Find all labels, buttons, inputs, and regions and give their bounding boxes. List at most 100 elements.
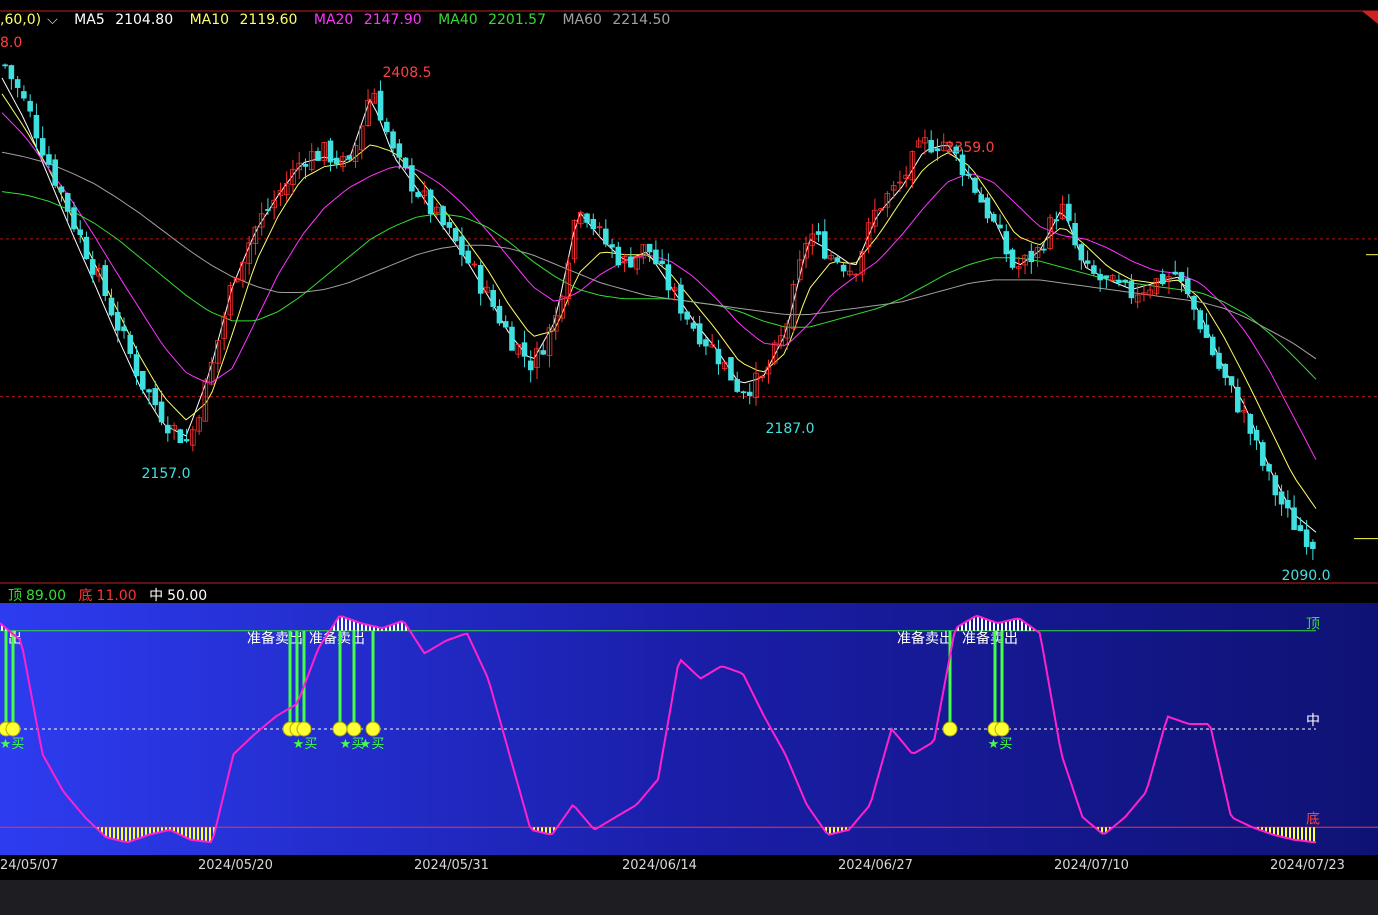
candle-body bbox=[496, 305, 503, 324]
candle-body bbox=[1303, 529, 1310, 548]
candle-body bbox=[1297, 525, 1304, 531]
candle-body bbox=[140, 370, 146, 390]
smiley-icon bbox=[942, 721, 958, 737]
candle-body bbox=[978, 194, 985, 203]
candle-body bbox=[1072, 223, 1078, 246]
candle-body bbox=[1291, 507, 1297, 530]
bottom-value: 11.00 bbox=[96, 588, 137, 604]
candle-body bbox=[1066, 203, 1072, 221]
candle-body bbox=[452, 228, 459, 242]
candle-body bbox=[114, 312, 121, 331]
candle-body bbox=[1178, 272, 1185, 282]
candle-body bbox=[628, 256, 634, 268]
candle-body bbox=[8, 65, 15, 80]
candle-body bbox=[1091, 265, 1097, 274]
candle-body bbox=[997, 224, 1003, 229]
legend-param[interactable]: ,60,0) ⌵ bbox=[0, 12, 64, 28]
legend-ma10: MA10 2119.60 bbox=[189, 12, 298, 28]
candle-body bbox=[659, 260, 665, 265]
candle-body bbox=[83, 236, 90, 260]
candle-body bbox=[459, 236, 465, 255]
candle-body bbox=[409, 165, 415, 192]
ma-legend: ,60,0) ⌵ MA5 2104.80 MA10 2119.60 MA20 21… bbox=[0, 12, 682, 32]
legend-ma60: MA60 2214.50 bbox=[562, 12, 671, 28]
x-date-label: 24/05/07 bbox=[0, 858, 59, 873]
candle-body bbox=[402, 157, 409, 169]
x-axis-dates: 24/05/07 2024/05/20 2024/05/31 2024/06/1… bbox=[0, 858, 1378, 878]
candle-body bbox=[684, 311, 690, 320]
candle-body bbox=[71, 207, 77, 230]
candle-body bbox=[822, 231, 828, 259]
indicator-legend: 顶 89.00 底 11.00 中 50.00 bbox=[8, 585, 211, 605]
candle-body bbox=[64, 193, 71, 212]
candle-body bbox=[1128, 280, 1135, 299]
candle-body bbox=[509, 326, 515, 351]
buy-signal-label: ★买 bbox=[293, 737, 318, 752]
candle-body bbox=[965, 174, 972, 177]
candle-body bbox=[1235, 386, 1241, 413]
candle-body bbox=[302, 164, 309, 167]
chevron-down-icon[interactable]: ⌵ bbox=[47, 12, 58, 28]
candle-body bbox=[1103, 275, 1110, 279]
candle-body bbox=[740, 391, 747, 394]
candle-body bbox=[1009, 249, 1016, 268]
candle-body bbox=[77, 229, 83, 236]
sell-signal-label: 准备卖出 bbox=[247, 630, 303, 647]
mid-value: 50.00 bbox=[167, 588, 208, 604]
candle-body bbox=[1266, 464, 1272, 472]
candle-body bbox=[734, 379, 740, 392]
mid-right-label: 中 bbox=[1306, 713, 1320, 729]
candle-body bbox=[1097, 273, 1103, 281]
candle-body bbox=[1028, 250, 1035, 263]
smiley-icon bbox=[5, 721, 21, 737]
candle-body bbox=[158, 401, 165, 423]
candle-body bbox=[603, 228, 609, 245]
candle-body bbox=[609, 244, 615, 248]
candle-body bbox=[972, 177, 978, 193]
candle-body bbox=[1247, 414, 1254, 434]
candle-body bbox=[1253, 429, 1260, 441]
candle-body bbox=[440, 206, 446, 226]
bottom-right-label: 底 bbox=[1306, 811, 1320, 827]
candle-body bbox=[840, 264, 847, 272]
candle-body bbox=[165, 424, 171, 434]
candle-body bbox=[1260, 442, 1266, 466]
candle-body bbox=[27, 100, 33, 112]
candle-body bbox=[1041, 248, 1047, 251]
x-date-label: 2024/06/14 bbox=[622, 858, 697, 873]
candle-body bbox=[415, 192, 421, 197]
candle-body bbox=[146, 389, 152, 393]
candle-body bbox=[540, 350, 547, 355]
candle-body bbox=[990, 214, 997, 222]
kline-chart[interactable]: 8.02408.52157.02187.02359.02090.0 准备卖出 准备… bbox=[0, 0, 1378, 915]
candle-body bbox=[446, 222, 453, 228]
candle-body bbox=[2, 64, 8, 67]
candle-body bbox=[14, 79, 21, 88]
candle-body bbox=[121, 326, 127, 332]
x-date-label: 2024/07/23 bbox=[1270, 858, 1345, 873]
bottom-status-bar bbox=[0, 880, 1378, 915]
candle-body bbox=[265, 209, 271, 211]
candle-body bbox=[377, 90, 384, 121]
candle-body bbox=[1209, 336, 1216, 356]
candle-body bbox=[152, 388, 159, 406]
candle-body bbox=[584, 213, 590, 223]
candle-body bbox=[346, 155, 353, 160]
buy-signal-label: ★买 bbox=[988, 737, 1013, 752]
candle-body bbox=[646, 243, 653, 253]
candle-body bbox=[678, 284, 684, 314]
candle-body bbox=[177, 429, 184, 444]
candle-body bbox=[1272, 475, 1279, 496]
candle-body bbox=[590, 218, 597, 230]
candle-body bbox=[1116, 279, 1122, 284]
candle-body bbox=[815, 231, 822, 235]
x-date-label: 2024/05/20 bbox=[198, 858, 273, 873]
candle-body bbox=[715, 348, 722, 365]
candle-body bbox=[834, 257, 841, 263]
candle-body bbox=[490, 290, 496, 307]
candle-body bbox=[1084, 260, 1091, 264]
candle-body bbox=[1285, 499, 1291, 509]
price-annotation: 2157.0 bbox=[142, 466, 191, 482]
candle-body bbox=[384, 121, 390, 133]
candle-body bbox=[390, 131, 396, 149]
